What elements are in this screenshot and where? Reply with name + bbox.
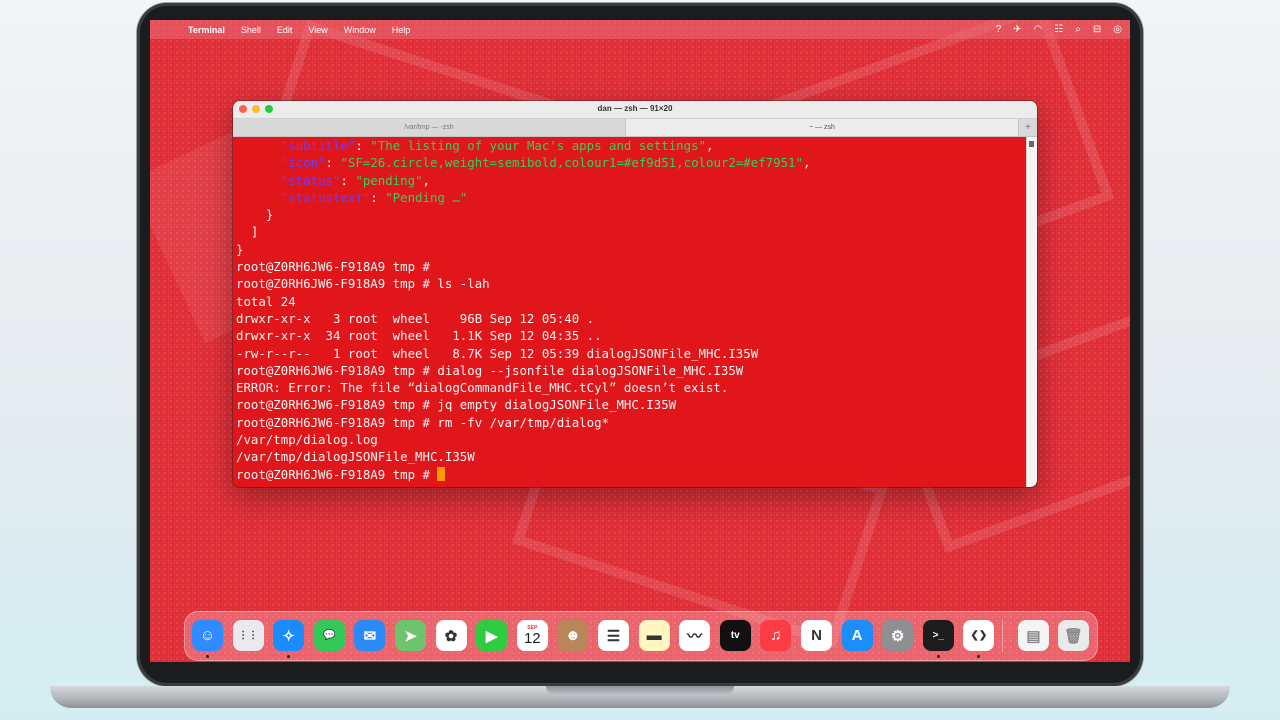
app-store-icon[interactable]: A	[841, 620, 873, 651]
json-key: "subtitle"	[280, 138, 356, 153]
terminal-window: dan — zsh — 91×20 /var/tmp — -zsh ~ — zs…	[233, 101, 1037, 487]
control-center-icon[interactable]: ⊟	[1093, 24, 1101, 35]
menu-view[interactable]: View	[300, 25, 335, 35]
text-cursor	[437, 466, 446, 481]
reminders-icon[interactable]: ☰	[598, 620, 629, 651]
control-strip-icon[interactable]: ☷	[1054, 24, 1063, 35]
messages-icon[interactable]: 💬	[313, 620, 345, 651]
json-key: "status"	[280, 172, 341, 188]
output-line: root@Z0RH6JW6-F918A9 tmp # ls -lah	[236, 276, 490, 292]
prompt: root@Z0RH6JW6-F918A9 tmp #	[236, 466, 438, 482]
status-area: ? ✈ ◠ ☷ ⌕ ⊟ ◎	[984, 24, 1130, 35]
dock-separator	[1002, 620, 1003, 652]
photos-icon[interactable]: ✿	[435, 620, 467, 651]
json-value: "SF=26.circle,weight=semibold,colour1=#e…	[340, 155, 803, 171]
mail-icon[interactable]: ✉	[354, 620, 386, 651]
output-line: root@Z0RH6JW6-F918A9 tmp # dialog --json…	[236, 362, 744, 378]
launchpad-icon[interactable]: ⋮⋮	[232, 620, 264, 651]
json-key: "statustext"	[280, 189, 371, 205]
json-key: "icon"	[280, 155, 326, 171]
output-line: -rw-r--r-- 1 root wheel 8.7K Sep 12 05:3…	[236, 345, 759, 361]
new-tab-button[interactable]: +	[1019, 119, 1037, 136]
airplane-icon[interactable]: ✈	[1013, 24, 1021, 35]
scrollbar-thumb[interactable]	[1029, 141, 1034, 147]
tab-bar: /var/tmp — -zsh ~ — zsh +	[233, 119, 1037, 137]
window-title: dan — zsh — 91×20	[597, 104, 673, 113]
tab-var-tmp[interactable]: /var/tmp — -zsh	[233, 119, 626, 136]
running-indicator	[977, 655, 981, 658]
tab-home[interactable]: ~ — zsh	[626, 119, 1019, 136]
json-line: "status": "pending",	[280, 172, 430, 188]
scrollbar[interactable]	[1026, 137, 1037, 487]
menu-window[interactable]: Window	[336, 25, 384, 35]
output-line: total 24	[236, 293, 296, 309]
prompt-line[interactable]: root@Z0RH6JW6-F918A9 tmp #	[236, 466, 1030, 483]
menu-bar: Terminal Shell Edit View Window Help ? ✈…	[150, 20, 1130, 39]
desktop-screen: Terminal Shell Edit View Window Help ? ✈…	[150, 20, 1130, 662]
siri-icon[interactable]: ◎	[1113, 24, 1122, 35]
wifi-icon[interactable]: ◠	[1034, 24, 1043, 35]
help-icon[interactable]: ?	[996, 24, 1002, 35]
menu-shell[interactable]: Shell	[233, 25, 269, 35]
running-indicator	[206, 655, 209, 658]
title-bar[interactable]: dan — zsh — 91×20	[233, 101, 1037, 119]
tv-icon[interactable]: tv	[719, 620, 751, 651]
notes-icon[interactable]: ▬	[638, 620, 670, 651]
json-line: "subtitle": "The listing of your Mac's a…	[280, 138, 714, 153]
output-line: root@Z0RH6JW6-F918A9 tmp # rm -fv /var/t…	[236, 414, 609, 430]
laptop-notch	[546, 686, 734, 694]
json-line: "icon": "SF=26.circle,weight=semibold,co…	[280, 155, 811, 171]
terminal-icon[interactable]: >_	[922, 620, 954, 651]
trash-icon[interactable]: 🗑	[1058, 620, 1089, 651]
output-line: }	[236, 207, 274, 223]
finder-icon[interactable]: ☺	[192, 620, 223, 651]
dock: ☺ ⋮⋮ ✧ 💬 ✉ ➤ ✿ ▶ SEP 12 ☻ ☰ ▬ 〰 tv ♫ N A ⚙ >_ ❮❯ ▤ 🗑	[184, 611, 1098, 661]
terminal-output[interactable]: "subtitle": "The listing of your Mac's a…	[233, 137, 1030, 487]
output-line: drwxr-xr-x 3 root wheel 96B Sep 12 05:40…	[236, 310, 595, 326]
menu-help[interactable]: Help	[384, 25, 419, 35]
safari-icon[interactable]: ✧	[273, 620, 305, 651]
output-line: drwxr-xr-x 34 root wheel 1.1K Sep 12 04:…	[236, 328, 602, 344]
facetime-icon[interactable]: ▶	[476, 620, 508, 651]
calendar-icon[interactable]: SEP 12	[516, 620, 548, 651]
freeform-icon[interactable]: 〰	[679, 620, 711, 651]
output-line: ]	[236, 224, 259, 240]
json-value: "pending"	[355, 172, 423, 188]
output-line: ERROR: Error: The file “dialogCommandFil…	[236, 380, 729, 396]
json-line: "statustext": "Pending …"	[280, 189, 468, 205]
output-line: /var/tmp/dialogJSONFile_MHC.I35W	[236, 449, 475, 465]
contacts-icon[interactable]: ☻	[557, 620, 589, 651]
json-value: "Pending …"	[385, 189, 468, 205]
menu-terminal[interactable]: Terminal	[180, 25, 233, 35]
calendar-day: 12	[523, 629, 541, 647]
running-indicator	[287, 655, 291, 658]
json-value: "The listing of your Mac's apps and sett…	[370, 138, 706, 153]
document-stack-icon[interactable]: ▤	[1018, 620, 1049, 651]
music-icon[interactable]: ♫	[760, 620, 792, 651]
output-line: }	[236, 241, 244, 257]
output-line: root@Z0RH6JW6-F918A9 tmp #	[236, 259, 430, 275]
search-icon[interactable]: ⌕	[1075, 24, 1081, 35]
menu-edit[interactable]: Edit	[269, 25, 301, 35]
running-indicator	[936, 655, 940, 658]
news-icon[interactable]: N	[801, 620, 832, 651]
maps-icon[interactable]: ➤	[395, 620, 426, 651]
output-line: /var/tmp/dialog.log	[236, 432, 378, 448]
output-line: root@Z0RH6JW6-F918A9 tmp # jq empty dial…	[236, 397, 677, 413]
system-settings-icon[interactable]: ⚙	[882, 620, 914, 651]
vscode-icon[interactable]: ❮❯	[963, 620, 995, 651]
